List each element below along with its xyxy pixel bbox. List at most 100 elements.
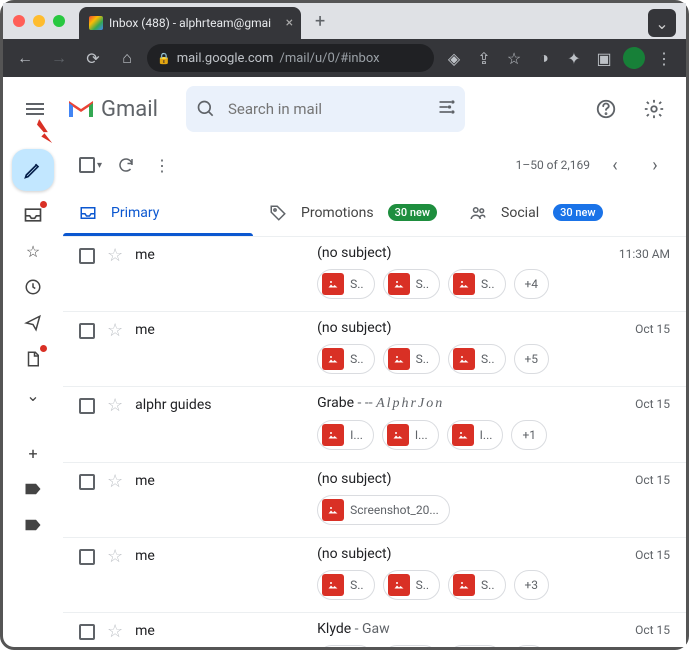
chip-label: S.. [350,277,363,291]
attachment-chip[interactable]: S.. [448,269,505,299]
attachment-chip[interactable]: I... [447,645,504,647]
main-menu-button[interactable] [15,89,55,129]
search-bar[interactable] [186,86,465,132]
eye-icon[interactable]: ◈ [440,44,468,72]
newer-button[interactable]: ‹ [600,150,630,180]
attachment-chip[interactable]: S.. [383,570,440,600]
attachment-chip[interactable]: I... [317,420,374,450]
star-icon[interactable]: ☆ [107,320,123,374]
address-bar[interactable]: 🔒 mail.google.com/mail/u/0/#inbox [147,44,434,72]
close-window[interactable] [13,15,25,27]
select-all[interactable]: ▾ [79,157,102,173]
compose-button[interactable] [12,149,54,191]
attachment-chip[interactable]: S.. [448,344,505,374]
snoozed-icon[interactable] [21,275,45,299]
hamburger-icon [26,108,44,110]
message-row[interactable]: ☆me(no subject)Screenshot_20...Oct 15 [63,463,686,538]
message-row[interactable]: ☆me(no subject)S..S..S..+5Oct 15 [63,312,686,387]
browser-tab[interactable]: Inbox (488) - alphrteam@gmai × [79,7,301,39]
label-icon[interactable] [21,477,45,501]
tab-promotions[interactable]: Promotions 30 new [253,189,453,236]
row-checkbox[interactable] [79,248,95,264]
row-checkbox[interactable] [79,624,95,640]
chip-label: S.. [350,352,363,366]
older-button[interactable]: › [640,150,670,180]
profile-avatar[interactable] [620,44,648,72]
search-input[interactable] [228,100,427,118]
more-chip[interactable]: +3 [511,645,547,647]
extensions-icon[interactable]: ✦ [560,44,588,72]
new-tab-button[interactable]: + [307,8,333,34]
page-range: 1–50 of 2,169 [516,158,590,172]
search-icon [194,89,218,129]
more-actions-button[interactable]: ⋮ [150,145,174,185]
row-checkbox[interactable] [79,474,95,490]
message-row[interactable]: ☆me(no subject)S..S..S..+411:30 AM [63,237,686,312]
row-checkbox[interactable] [79,323,95,339]
close-tab-icon[interactable]: × [286,15,293,31]
search-options-icon[interactable] [437,97,457,121]
settings-button[interactable] [634,89,674,129]
drafts-icon[interactable] [21,347,45,371]
share-icon[interactable]: ⇪ [470,44,498,72]
subject-line: (no subject) [317,245,607,261]
more-chip[interactable]: +5 [514,344,550,374]
attachment-chip[interactable]: I... [317,645,374,647]
attachment-chip[interactable]: I... [382,420,439,450]
more-chip[interactable]: +3 [514,570,550,600]
attachment-chip[interactable]: S.. [317,570,374,600]
mute-icon[interactable]: ◑ [530,44,558,72]
star-icon[interactable]: ☆ [107,395,123,450]
attachment-chip[interactable]: S.. [383,269,440,299]
inbox-icon[interactable] [21,203,45,227]
more-chip[interactable]: +4 [514,269,550,299]
star-icon[interactable]: ☆ [107,621,123,647]
row-body: Klyde - GawI...I...I...+3 [317,621,623,647]
panel-icon[interactable]: ▣ [590,44,618,72]
attachment-chip[interactable]: S.. [383,344,440,374]
label-icon[interactable] [21,513,45,537]
window-controls [13,15,65,27]
row-checkbox[interactable] [79,398,95,414]
tab-social[interactable]: Social 30 new [453,189,618,236]
attachment-chip[interactable]: S.. [317,269,374,299]
starred-icon[interactable]: ☆ [21,239,45,263]
gmail-header: Gmail [3,77,686,141]
chip-label: S.. [481,578,494,592]
back-button[interactable]: ← [11,44,39,72]
tab-label: Social [501,205,539,221]
message-row[interactable]: ☆meKlyde - GawI...I...I...+3Oct 15 [63,613,686,647]
attachment-chips: S.. S.. S.. +3 [317,570,623,600]
more-icon[interactable]: ⌄ [21,383,45,407]
attachment-chip[interactable]: I... [447,420,504,450]
reload-button[interactable]: ⟳ [79,44,107,72]
sent-icon[interactable] [21,311,45,335]
tab-overflow-button[interactable]: ⌄ [648,9,676,37]
minimize-window[interactable] [33,15,45,27]
star-icon[interactable]: ☆ [107,546,123,600]
tab-primary[interactable]: Primary [63,189,253,236]
attachment-chip[interactable]: S.. [317,344,374,374]
tab-badge: 30 new [553,204,602,221]
attachment-chip[interactable]: Screenshot_20... [317,495,450,525]
message-row[interactable]: ☆me(no subject)S..S..S..+3Oct 15 [63,538,686,613]
row-checkbox[interactable] [79,549,95,565]
forward-button[interactable]: → [45,44,73,72]
star-icon[interactable]: ☆ [107,471,123,525]
support-button[interactable] [586,89,626,129]
tab-label: Primary [111,205,159,221]
star-icon[interactable]: ☆ [107,245,123,299]
sender: me [135,320,305,374]
more-chip[interactable]: +1 [511,420,547,450]
home-button[interactable]: ⌂ [113,44,141,72]
attachment-chip[interactable]: I... [382,645,439,647]
browser-menu-icon[interactable]: ⋮ [650,44,678,72]
bookmark-icon[interactable]: ☆ [500,44,528,72]
new-label-button[interactable]: + [21,441,45,465]
attachment-chip[interactable]: S.. [448,570,505,600]
tag-icon [269,204,287,222]
refresh-button[interactable] [114,145,138,185]
maximize-window[interactable] [53,15,65,27]
gmail-logo[interactable]: Gmail [67,97,158,122]
message-row[interactable]: ☆alphr guidesGrabe - -- AlphrJonI...I...… [63,387,686,463]
